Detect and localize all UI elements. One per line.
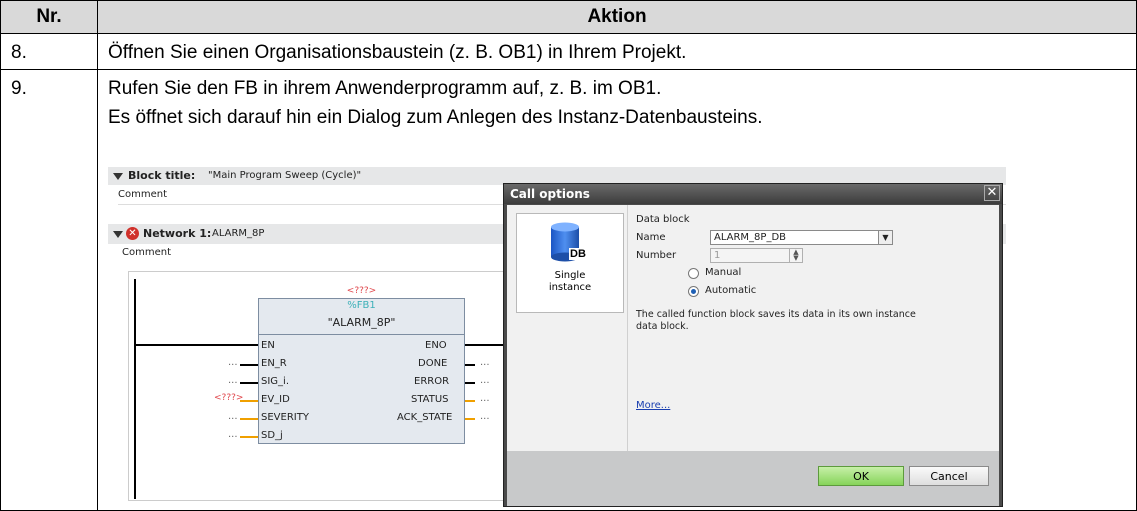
pin-ev-id: EV_ID [261, 394, 290, 405]
fb-instance-placeholder[interactable]: <???> [258, 286, 465, 296]
row-8-nr-cell: 8. [0, 33, 98, 70]
more-link[interactable]: More... [636, 400, 670, 411]
row-nr: 9. [11, 78, 27, 99]
ok-button[interactable]: OK [818, 466, 904, 486]
param-dots[interactable]: ... [228, 357, 238, 368]
pin-status: STATUS [411, 394, 449, 405]
call-options-dialog: Call options ✕ DB Single instance Data b… [503, 183, 1003, 507]
param-dots[interactable]: ... [228, 375, 238, 386]
param-dots[interactable]: ... [480, 393, 490, 404]
chevron-down-icon[interactable]: ▼ [878, 231, 892, 244]
header-aktion: Aktion [97, 0, 1137, 34]
block-title-value[interactable]: "Main Program Sweep (Cycle)" [208, 170, 361, 181]
automatic-radio[interactable] [688, 286, 699, 297]
pin-sd-j: SD_j [261, 430, 283, 441]
row-action-line-2: Es öffnet sich darauf hin ein Dialog zum… [108, 107, 763, 128]
wire-ack-state [465, 418, 475, 420]
ev-id-placeholder[interactable]: <???> [214, 393, 243, 403]
manual-radio[interactable] [688, 268, 699, 279]
dialog-body: DB Single instance Data block Name ALARM… [507, 205, 999, 451]
network-label: Network 1: [143, 227, 212, 240]
collapse-triangle-icon[interactable] [113, 173, 123, 180]
wire-sd-j [240, 436, 258, 438]
name-label: Name [636, 232, 666, 243]
row-8-action-cell: Öffnen Sie einen Organisationsbaustein (… [97, 33, 1137, 70]
manual-label: Manual [705, 267, 742, 278]
wire-error [465, 382, 475, 384]
description-line-2: data block. [636, 321, 689, 332]
wire-status [465, 400, 475, 402]
row-nr: 8. [11, 42, 27, 63]
pin-error: ERROR [414, 376, 450, 387]
pin-sig-i: SIG_i. [261, 376, 290, 387]
pin-eno: ENO [425, 340, 447, 351]
block-comment-text: Comment [118, 189, 167, 200]
pin-en-r: EN_R [261, 358, 287, 369]
data-block-section-label: Data block [636, 214, 690, 225]
single-instance-label-2: instance [548, 282, 592, 293]
param-dots[interactable]: ... [228, 411, 238, 422]
param-dots[interactable]: ... [480, 411, 490, 422]
wire-done [465, 364, 475, 366]
row-action-line-1: Rufen Sie den FB in ihrem Anwenderprogra… [108, 78, 662, 99]
dialog-footer: OK Cancel [507, 451, 999, 506]
dialog-title: Call options [510, 187, 590, 201]
dialog-title-bar[interactable]: Call options ✕ [504, 184, 1002, 204]
rung-line-right [465, 344, 506, 346]
wire-sig-i [240, 382, 258, 384]
single-instance-label-1: Single [554, 270, 586, 281]
collapse-triangle-icon[interactable] [113, 231, 123, 238]
number-label: Number [636, 250, 677, 261]
row-action-text: Öffnen Sie einen Organisationsbaustein (… [108, 42, 687, 63]
fb-name: "ALARM_8P" [327, 316, 396, 329]
name-dropdown[interactable]: ALARM_8P_DB ▼ [710, 230, 893, 245]
power-rail [134, 279, 136, 499]
wire-en-r [240, 364, 258, 366]
pin-en: EN [261, 340, 275, 351]
pin-done: DONE [418, 358, 448, 369]
param-dots[interactable]: ... [480, 357, 490, 368]
automatic-label: Automatic [705, 285, 757, 296]
network-name[interactable]: ALARM_8P [212, 228, 264, 239]
database-icon: DB [550, 222, 587, 262]
error-icon: ✕ [126, 227, 139, 240]
pin-ack-state: ACK_STATE [397, 412, 453, 423]
row-9-nr-cell: 9. [0, 69, 98, 511]
network-comment[interactable]: Comment [122, 247, 171, 258]
param-dots[interactable]: ... [228, 429, 238, 440]
name-value: ALARM_8P_DB [714, 232, 787, 243]
wire-severity [240, 418, 258, 420]
param-dots[interactable]: ... [480, 375, 490, 386]
description-line-1: The called function block saves its data… [636, 309, 916, 320]
block-title-label: Block title: [128, 169, 196, 182]
number-stepper[interactable]: 1 ▲ ▼ [710, 248, 803, 263]
single-instance-option[interactable]: DB Single instance [516, 213, 624, 313]
close-icon[interactable]: ✕ [984, 185, 1000, 201]
rung-line-left [136, 344, 258, 346]
db-badge: DB [569, 248, 587, 260]
number-value: 1 [714, 250, 721, 261]
fb-address: %FB1 [347, 300, 376, 311]
fb-header: %FB1 "ALARM_8P" [259, 299, 464, 335]
dialog-divider [627, 205, 628, 451]
stepper-arrows-icon[interactable]: ▲ ▼ [789, 249, 802, 262]
pin-severity: SEVERITY [261, 412, 309, 423]
cancel-button[interactable]: Cancel [909, 466, 989, 486]
header-nr: Nr. [0, 0, 98, 34]
